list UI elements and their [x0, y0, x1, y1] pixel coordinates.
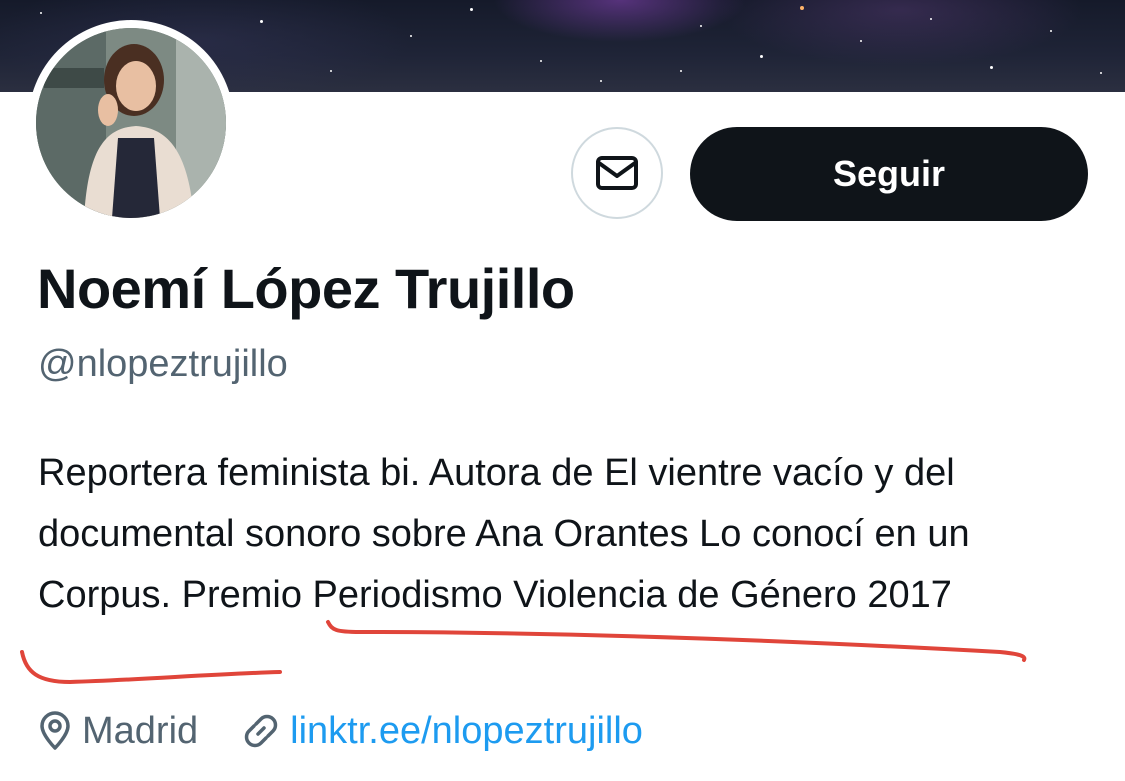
- follow-button[interactable]: Seguir: [690, 127, 1088, 221]
- profile-bio: Reportera feminista bi. Autora de El vie…: [38, 452, 970, 616]
- message-button[interactable]: [571, 127, 663, 219]
- map-pin-icon: [40, 711, 70, 750]
- link-icon: [244, 714, 278, 748]
- location-text: Madrid: [82, 709, 199, 752]
- avatar-photo: [36, 28, 226, 218]
- envelope-icon: [596, 156, 638, 190]
- website-link[interactable]: linktr.ee/nlopeztrujillo: [290, 710, 643, 753]
- username-handle: @nlopeztrujillo: [38, 343, 288, 385]
- display-name: Noemí López Trujillo: [37, 257, 575, 320]
- profile-meta: Madrid linktr.ee/nlopeztrujillo: [38, 706, 643, 756]
- avatar[interactable]: [36, 28, 226, 218]
